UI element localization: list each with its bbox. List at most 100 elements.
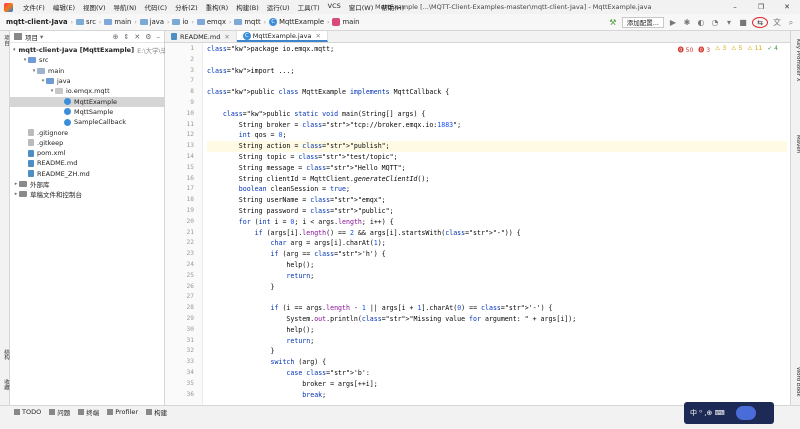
code-line[interactable]: class="kw">public static void main(Strin… [207, 109, 787, 120]
code-editor[interactable]: 1 2 3 7 8 9 10 11 12 13 14 15 16 17 18 19 20 21 22 23 24 25 26… [165, 43, 790, 405]
menu-item-1[interactable]: 编辑(E) [49, 2, 79, 12]
code-line[interactable]: String message = class="str">"Hello MQTT… [207, 163, 787, 174]
build-hammer-icon[interactable]: ⚒ [608, 18, 618, 28]
bottom-tool-tab[interactable]: TODO [14, 408, 41, 416]
menu-item-2[interactable]: 视图(V) [79, 2, 110, 12]
code-line[interactable]: class="kw">import ...; [207, 66, 787, 77]
search-icon[interactable]: ⌕ [786, 18, 796, 28]
code-line[interactable]: help(); [207, 325, 787, 336]
menu-item-11[interactable]: 窗口(W) [345, 2, 378, 12]
key-promoter-tab[interactable]: Key Promoter X [791, 39, 800, 82]
hide-icon[interactable]: – [157, 33, 161, 41]
code-line[interactable] [207, 292, 787, 303]
code-line[interactable]: String broker = class="str">"tcp://broke… [207, 120, 787, 131]
chevron-down-icon[interactable]: ▾ [40, 33, 43, 41]
tree-item[interactable]: ▾ java [10, 76, 165, 86]
code-line[interactable]: String action = class="str">"publish"; [207, 141, 787, 152]
tree-item[interactable]: pom.xml [10, 148, 165, 158]
input-method-toolbar[interactable]: 中 ⁰ ,⊕ ⌨ [684, 402, 774, 424]
code-line[interactable]: break; [207, 390, 787, 401]
breadcrumb-item[interactable]: main [102, 18, 133, 26]
tree-item[interactable]: ▸ 外部库 [10, 179, 165, 189]
code-line[interactable]: broker = args[++i]; [207, 379, 787, 390]
gear-icon[interactable]: ⚙ [145, 33, 151, 41]
minimize-button[interactable]: – [722, 0, 748, 14]
menu-item-4[interactable]: 代码(C) [140, 2, 171, 12]
code-line[interactable] [207, 76, 787, 87]
translate-plugin-icon[interactable]: ⇆ [752, 17, 768, 28]
breadcrumb-item[interactable]: io [170, 18, 190, 26]
maven-tab[interactable]: Maven [791, 135, 800, 153]
tree-item[interactable]: ▾ io.emqx.mqtt [10, 86, 165, 96]
translate-icon[interactable]: 文 [772, 18, 782, 28]
breadcrumb-item[interactable]: emqx [195, 18, 228, 26]
code-line[interactable]: if (i == args.length - 1 || args[i + 1].… [207, 303, 787, 314]
breadcrumb-item[interactable]: main [330, 18, 361, 26]
bottom-tool-tab[interactable]: Profiler [107, 408, 138, 416]
collapse-all-icon[interactable]: ⇕ [123, 33, 129, 41]
tree-item[interactable]: ▸ 草稿文件和控制台 [10, 189, 165, 199]
maximize-button[interactable]: ❐ [748, 0, 774, 14]
code-line[interactable]: System.out.println(class="str">"Missing … [207, 314, 787, 325]
code-line[interactable]: String topic = class="str">"test/topic"; [207, 152, 787, 163]
code-line[interactable]: for (int i = 0; i < args.length; i++) { [207, 217, 787, 228]
tree-item[interactable]: README_ZH.md [10, 169, 165, 179]
close-panel-icon[interactable]: ✕ [134, 33, 140, 41]
code-line[interactable]: help(); [207, 260, 787, 271]
code-line[interactable]: int qos = 0; [207, 130, 787, 141]
close-tab-icon[interactable]: ✕ [316, 32, 321, 40]
bottom-tool-tab[interactable]: 问题 [49, 407, 70, 417]
tree-item[interactable]: MqttSample [10, 107, 165, 117]
run-configuration-select[interactable]: 添加配置... [621, 17, 664, 28]
bottom-tool-tab[interactable]: 构建 [146, 407, 167, 417]
menu-item-8[interactable]: 运行(U) [263, 2, 294, 12]
breadcrumb-item[interactable]: java [138, 18, 166, 26]
breadcrumb-item[interactable]: mqtt [232, 18, 262, 26]
code-line[interactable]: String password = class="str">"public"; [207, 206, 787, 217]
menu-item-7[interactable]: 构建(B) [232, 2, 263, 12]
menu-item-0[interactable]: 文件(F) [19, 2, 49, 12]
debug-icon[interactable]: ✱ [682, 18, 692, 28]
code-line[interactable]: if (arg == class="str">'h') { [207, 249, 787, 260]
tree-item[interactable]: README.md [10, 158, 165, 168]
editor-tab[interactable]: C MqttExample.java ✕ [236, 31, 328, 42]
code-line[interactable] [207, 55, 787, 66]
more-run-icon[interactable]: ▾ [724, 18, 734, 28]
tree-item[interactable]: .gitkeep [10, 138, 165, 148]
bottom-tool-tab[interactable]: 终端 [78, 407, 99, 417]
coverage-icon[interactable]: ◐ [696, 18, 706, 28]
run-icon[interactable]: ▶ [668, 18, 678, 28]
inspection-widget[interactable]: ⓿ 50 ⓿ 3 ⚠ 3 ⚠ 5 ⚠ 11 ✓ 4 [678, 45, 778, 54]
project-panel-title[interactable]: 项目 [25, 32, 38, 42]
code-line[interactable]: class="kw">public class MqttExample impl… [207, 87, 787, 98]
code-line[interactable]: case class="str">'b': [207, 368, 787, 379]
project-tool-tab[interactable]: 项目 [0, 35, 10, 46]
menu-item-6[interactable]: 重构(R) [202, 2, 233, 12]
add-icon[interactable]: ⊕ [113, 33, 119, 41]
tree-item[interactable]: MqttExample [10, 96, 165, 107]
code-line[interactable]: return; [207, 271, 787, 282]
code-line[interactable]: boolean cleanSession = true; [207, 184, 787, 195]
breadcrumb-item[interactable]: mqtt-client-Java [4, 18, 70, 26]
tree-item[interactable]: .gitignore [10, 127, 165, 137]
code-line[interactable] [207, 98, 787, 109]
tree-item[interactable]: ▾ mqtt-client-Java [MqttExample] E:\大学\毕 [10, 45, 165, 55]
code-line[interactable]: char arg = args[i].charAt(1); [207, 238, 787, 249]
word-book-tab[interactable]: Word Book [791, 367, 800, 397]
tree-item[interactable]: ▾ main [10, 66, 165, 76]
close-button[interactable]: ✕ [774, 0, 800, 14]
tree-item[interactable]: ▾ src [10, 55, 165, 65]
code-line[interactable]: String userName = class="str">"emqx"; [207, 195, 787, 206]
breadcrumb-item[interactable]: src [74, 18, 98, 26]
code-line[interactable]: switch (arg) { [207, 357, 787, 368]
tree-item[interactable]: SampleCallback [10, 117, 165, 127]
menu-item-9[interactable]: 工具(T) [294, 2, 324, 12]
favorites-tool-tab[interactable]: 收藏 [0, 379, 10, 390]
structure-tool-tab[interactable]: 结构 [0, 349, 10, 360]
editor-tab[interactable]: README.md ✕ [165, 31, 237, 42]
code-line[interactable]: return; [207, 336, 787, 347]
menu-item-5[interactable]: 分析(Z) [171, 2, 202, 12]
chevron-icon[interactable]: ▾ [13, 47, 16, 53]
code-line[interactable]: } [207, 282, 787, 293]
menu-item-10[interactable]: VCS [324, 2, 345, 12]
